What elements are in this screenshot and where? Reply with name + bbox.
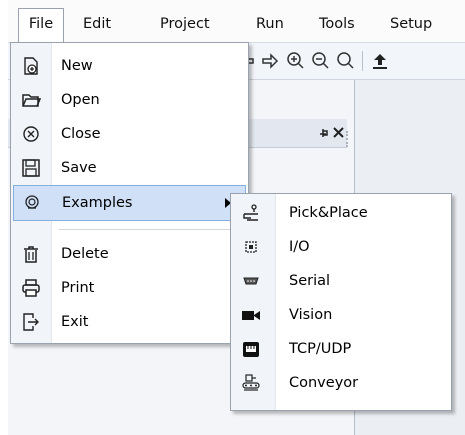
pick-place-icon [243,204,258,221]
file-menu-print[interactable]: Print [13,271,246,305]
menu-tools[interactable]: Tools [319,9,355,39]
open-folder-icon [22,94,41,107]
file-menu: New Open Close Save Examples Delete Prin… [10,42,249,344]
file-menu-save[interactable]: Save [13,151,246,185]
menu-file[interactable]: File [18,8,64,43]
io-icon [245,241,257,253]
file-menu-delete[interactable]: Delete [13,237,246,271]
menu-run[interactable]: Run [256,9,284,39]
new-file-icon [24,57,38,75]
example-pick-place[interactable]: Pick&Place [233,196,449,230]
example-conveyor[interactable]: Conveyor [233,366,449,400]
zoom-in-icon[interactable] [286,51,306,71]
toolbar-separator [362,51,363,71]
example-vision[interactable]: Vision [233,298,449,332]
file-menu-examples[interactable]: Examples [13,185,246,221]
zoom-fit-icon[interactable] [336,51,356,71]
camera-icon [242,311,260,320]
conveyor-icon [242,374,260,391]
printer-icon [22,279,40,297]
serial-icon [243,277,259,285]
panel-grip[interactable] [346,131,351,147]
menu-separator [59,229,242,230]
example-io[interactable]: I/O [233,230,449,264]
examples-submenu: Pick&Place I/O Serial Vision TCP/UDP Con… [230,193,452,411]
zoom-out-icon[interactable] [311,51,331,71]
menu-project[interactable]: Project [160,9,210,39]
menu-edit[interactable]: Edit [83,9,111,39]
redo-icon[interactable] [260,51,280,71]
file-menu-close[interactable]: Close [13,117,246,151]
upload-icon[interactable] [370,51,390,71]
file-menu-new[interactable]: New [13,49,246,83]
file-menu-open[interactable]: Open [13,83,246,117]
pin-and-close-icons[interactable] [318,125,346,141]
network-icon [243,342,259,357]
file-menu-exit[interactable]: Exit [13,305,246,339]
save-icon [22,159,40,177]
menu-setup[interactable]: Setup [390,9,432,39]
examples-icon [25,195,39,209]
menu-bar: File Edit Project Run Tools Setup [8,0,465,43]
close-circle-icon [23,126,39,142]
example-serial[interactable]: Serial [233,264,449,298]
trash-icon [24,246,38,263]
exit-icon [23,313,39,331]
example-tcp-udp[interactable]: TCP/UDP [233,332,449,366]
